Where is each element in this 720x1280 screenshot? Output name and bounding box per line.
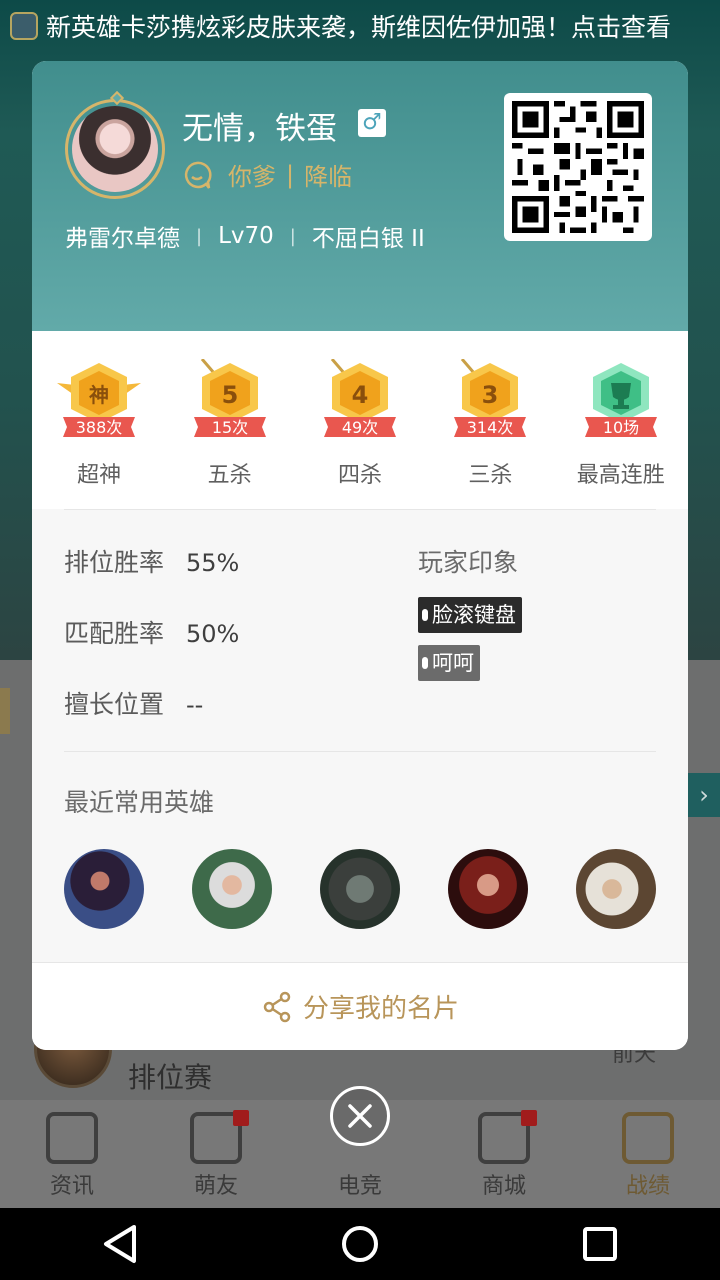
medal-triplekill: 3 314次 三杀 [430, 331, 550, 509]
medal-badge-text: 4 [352, 381, 369, 409]
profile-card: 无情，铁蛋 ♂ 你爹 | 降临 弗雷尔卓德 | Lv70 | 不屈白银 II 神… [32, 61, 688, 1050]
match-winrate: 匹配胜率 50% [64, 614, 239, 650]
medal-badge-text: 3 [482, 381, 499, 409]
hero-avatar[interactable] [576, 849, 656, 929]
hero-avatar[interactable] [64, 849, 144, 929]
medal-label: 四杀 [337, 463, 382, 488]
share-card-button[interactable]: 分享我的名片 [32, 962, 688, 1050]
notice-text: 新英雄卡莎携炫彩皮肤来袭，斯维因佐伊加强！点击查看 [46, 13, 672, 42]
qr-code[interactable] [504, 93, 652, 241]
hero-avatar[interactable] [320, 849, 400, 929]
trophy-medal-icon: 10场 [584, 363, 657, 437]
match-mode-label: 排位赛 [128, 1061, 213, 1094]
hero-avatar[interactable] [448, 849, 528, 929]
castle-icon [622, 1112, 674, 1164]
share-label: 分享我的名片 [302, 994, 459, 1024]
medal-count: 388次 [76, 418, 123, 437]
ranked-winrate: 排位胜率 55% [64, 543, 239, 579]
achievement-medals: 神 388次 超神 5 15次 五杀 4 49次 四杀 3 314次 三杀 10… [32, 331, 688, 509]
impressions-title: 玩家印象 [418, 548, 519, 577]
notice-bar[interactable]: 新英雄卡莎携炫彩皮肤来袭，斯维因佐伊加强！点击查看 [0, 0, 720, 52]
tab-friends[interactable]: 萌友 [161, 1110, 271, 1200]
signature-separator: | [286, 160, 295, 189]
avatar[interactable] [65, 90, 165, 199]
medal-count: 15次 [211, 418, 247, 437]
close-icon [348, 1104, 372, 1128]
triplekill-medal-icon: 3 314次 [454, 359, 527, 437]
notification-dot [233, 1110, 249, 1126]
tab-records[interactable]: 战绩 [593, 1112, 703, 1200]
stat-label: 排位胜率 [64, 548, 165, 577]
pentakill-medal-icon: 5 15次 [193, 359, 266, 437]
book-icon [46, 1112, 98, 1164]
info-divider: | [289, 225, 296, 247]
medal-label: 超神 [77, 463, 122, 488]
legendary-medal-icon: 神 388次 [57, 363, 142, 437]
impression-tag: 脸滚键盘 [418, 597, 522, 633]
tab-label: 商城 [481, 1174, 526, 1199]
server-name: 弗雷尔卓德 [65, 226, 180, 252]
back-icon[interactable] [90, 1214, 150, 1274]
medal-badge-text: 5 [221, 381, 238, 409]
tab-news[interactable]: 资讯 [17, 1112, 127, 1200]
system-nav-bar [0, 1208, 720, 1280]
medal-pentakill: 5 15次 五杀 [170, 331, 290, 509]
avatar-image [72, 106, 158, 192]
male-gender-icon: ♂ [358, 109, 386, 137]
medal-badge-text: 神 [89, 383, 109, 407]
medal-label: 最高连胜 [576, 463, 665, 488]
game-logo-icon [10, 12, 38, 40]
divider [64, 509, 656, 510]
divider [64, 751, 656, 752]
player-level: Lv70 [218, 223, 274, 249]
medal-count: 314次 [467, 418, 514, 437]
recent-heroes-title: 最近常用英雄 [64, 788, 215, 817]
medal-label: 五杀 [207, 463, 252, 488]
player-info-line: 弗雷尔卓德 | Lv70 | 不屈白银 II [65, 219, 425, 253]
chevron-right-icon[interactable]: › [688, 773, 720, 817]
recents-icon[interactable] [570, 1214, 630, 1274]
home-icon[interactable] [330, 1214, 390, 1274]
medal-count: 10场 [603, 418, 639, 437]
info-divider: | [196, 225, 203, 247]
tab-label: 电竞 [337, 1174, 382, 1199]
tab-label: 战绩 [625, 1174, 670, 1199]
tab-label: 资讯 [49, 1174, 94, 1199]
quadrakill-medal-icon: 4 49次 [323, 359, 396, 437]
chat-bubble-icon [184, 161, 212, 189]
close-button[interactable] [330, 1086, 390, 1146]
share-icon [263, 991, 291, 1022]
signature-tag1: 你爹 [228, 163, 276, 191]
medal-label: 三杀 [468, 463, 513, 488]
stat-value: 50% [186, 620, 240, 648]
hero-avatar[interactable] [192, 849, 272, 929]
stat-label: 擅长位置 [64, 690, 165, 719]
nickname: 无情，铁蛋 [182, 111, 337, 147]
tab-label: 萌友 [193, 1174, 238, 1199]
avatar-frame-gem-icon [109, 90, 125, 106]
medal-count: 49次 [342, 418, 378, 437]
stat-label: 匹配胜率 [64, 619, 165, 648]
profile-header: 无情，铁蛋 ♂ 你爹 | 降临 弗雷尔卓德 | Lv70 | 不屈白银 II [32, 61, 688, 331]
medal-quadrakill: 4 49次 四杀 [300, 331, 420, 509]
notification-dot [521, 1110, 537, 1126]
signature-line: 你爹 | 降临 [182, 157, 352, 192]
signature-tag2: 降临 [304, 163, 353, 191]
stat-value: 55% [186, 549, 240, 577]
medal-legendary: 神 388次 超神 [39, 331, 159, 509]
impression-tag: 呵呵 [418, 645, 480, 681]
tab-shop[interactable]: 商城 [449, 1110, 559, 1200]
preferred-position: 擅长位置 -- [64, 685, 203, 721]
background-section-marker [0, 688, 10, 734]
stat-value: -- [186, 691, 204, 719]
medal-win-streak: 10场 最高连胜 [561, 331, 681, 509]
player-rank: 不屈白银 II [311, 226, 425, 252]
qr-code-icon [512, 101, 644, 233]
